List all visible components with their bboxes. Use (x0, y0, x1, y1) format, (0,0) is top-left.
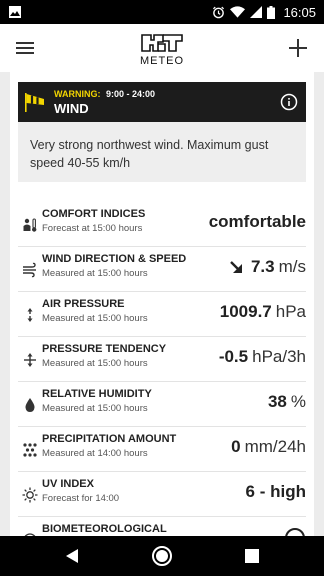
arrow-southeast-icon (230, 261, 242, 273)
image-icon (9, 6, 21, 18)
hamburger-menu-icon[interactable] (14, 38, 36, 58)
status-bar: 16:05 (0, 0, 324, 24)
row-value: 7.3 m/s (229, 257, 306, 277)
row-title: PRESSURE TENDENCY (42, 343, 167, 355)
row-value: comfortable (209, 212, 306, 232)
value-number: 1009.7 (219, 302, 272, 321)
row-title: RELATIVE HUMIDITY (42, 388, 152, 400)
app-logo: METEO (139, 32, 185, 67)
warning-label: WARNING: (54, 89, 101, 99)
value-unit: hPa/3h (252, 347, 306, 366)
navigation-bar (0, 536, 324, 576)
row-title: BIOMETEOROLOGICAL (42, 523, 167, 535)
sun-icon (22, 487, 38, 503)
value-number: 6 - high (245, 482, 306, 501)
logo-mark (141, 33, 183, 52)
value-unit: m/s (278, 257, 306, 276)
home-icon[interactable] (151, 545, 173, 567)
precipitation-icon (23, 443, 37, 457)
row-wind-direction-speed[interactable]: WIND DIRECTION & SPEED Measured at 15:00… (18, 247, 306, 292)
row-value: 0 mm/24h (231, 437, 306, 457)
comfort-icon (23, 218, 37, 232)
warning-time: 9:00 - 24:00 (106, 89, 156, 99)
row-value: -0.5 hPa/3h (219, 347, 306, 367)
value-number: 7.3 (250, 257, 275, 276)
row-comfort-indices[interactable]: COMFORT INDICES Forecast at 15:00 hours … (18, 202, 306, 247)
humidity-drop-icon (25, 398, 35, 412)
screen: 16:05 METEO WARNING: 9:00 - 24:00 WIND V… (0, 0, 324, 576)
signal-icon (250, 6, 263, 18)
row-subtitle: Forecast at 15:00 hours (42, 223, 143, 234)
row-title: AIR PRESSURE (42, 298, 125, 310)
value-number: 0 (231, 437, 241, 456)
plus-icon[interactable] (286, 36, 310, 60)
status-time: 16:05 (283, 4, 316, 20)
row-value: 38 % (268, 392, 306, 412)
content-card: WARNING: 9:00 - 24:00 WIND Very strong n… (10, 72, 314, 536)
bio-indicator-icon (285, 528, 305, 536)
logo-text: METEO (139, 54, 185, 67)
pressure-icon (27, 308, 33, 322)
row-title: PRECIPITATION AMOUNT (42, 433, 177, 445)
row-air-pressure[interactable]: AIR PRESSURE Measured at 15:00 hours 100… (18, 292, 306, 337)
value-unit: hPa (275, 302, 306, 321)
warning-description: Very strong northwest wind. Maximum gust… (18, 122, 306, 182)
row-value: 6 - high (246, 482, 306, 502)
row-subtitle: Measured at 15:00 hours (42, 358, 148, 369)
row-subtitle: Measured at 15:00 hours (42, 268, 148, 279)
row-subtitle: Forecast for 14:00 (42, 493, 120, 504)
row-subtitle: Measured at 14:00 hours (42, 448, 148, 459)
wind-icon (23, 262, 36, 278)
battery-icon (267, 5, 276, 19)
row-title: UV INDEX (42, 478, 94, 490)
warning-header[interactable]: WARNING: 9:00 - 24:00 WIND (18, 82, 306, 122)
row-pressure-tendency[interactable]: PRESSURE TENDENCY Measured at 15:00 hour… (18, 337, 306, 382)
value-unit: mm/24h (244, 437, 306, 456)
alarm-icon (213, 6, 225, 18)
row-subtitle: Measured at 15:00 hours (42, 313, 148, 324)
row-title: COMFORT INDICES (42, 208, 146, 220)
value-number: comfortable (208, 212, 306, 231)
row-value: 1009.7 hPa (220, 302, 306, 322)
row-subtitle: Measured at 15:00 hours (42, 403, 148, 414)
value-number: 38 (267, 392, 287, 411)
warning-title: WIND (54, 101, 89, 116)
pressure-tendency-icon (24, 353, 36, 367)
recent-apps-icon[interactable] (245, 549, 259, 563)
warning-line: WARNING: 9:00 - 24:00 (54, 89, 155, 99)
row-relative-humidity[interactable]: RELATIVE HUMIDITY Measured at 15:00 hour… (18, 382, 306, 427)
value-unit: % (290, 392, 306, 411)
row-precipitation-amount[interactable]: PRECIPITATION AMOUNT Measured at 14:00 h… (18, 427, 306, 472)
row-title: WIND DIRECTION & SPEED (42, 253, 187, 265)
app-bar: METEO (0, 24, 324, 72)
info-icon[interactable] (280, 93, 298, 111)
row-uv-index[interactable]: UV INDEX Forecast for 14:00 6 - high (18, 472, 306, 517)
windsock-icon (25, 93, 44, 112)
row-biometeorological[interactable]: BIOMETEOROLOGICAL (18, 517, 306, 536)
value-number: -0.5 (218, 347, 249, 366)
wifi-icon (230, 6, 246, 18)
back-icon[interactable] (64, 548, 80, 564)
